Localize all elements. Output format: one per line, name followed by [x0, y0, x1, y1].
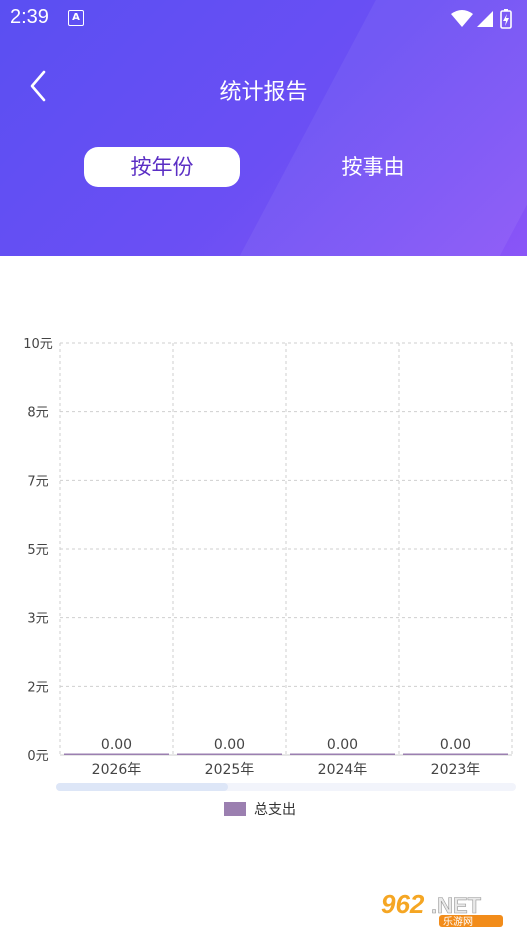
legend-label: 总支出 [254, 802, 296, 818]
x-tick-label: 2025年 [205, 762, 255, 778]
status-bar: 2:39 A [0, 0, 527, 38]
y-tick-label: 3元 [27, 612, 48, 627]
wifi-icon [451, 10, 473, 27]
y-tick-label: 0元 [27, 749, 48, 764]
bar [64, 753, 169, 755]
status-time: 2:39 [10, 6, 49, 28]
legend-swatch [224, 802, 246, 816]
y-tick-label: 2元 [27, 680, 48, 695]
y-tick-label: 7元 [27, 474, 48, 489]
x-tick-label: 2026年 [92, 762, 142, 778]
title-bar: 统计报告 [0, 62, 527, 116]
header-shine [232, 0, 527, 256]
y-tick-label: 10元 [23, 337, 53, 352]
chart-legend[interactable]: 总支出 [224, 799, 296, 819]
tab-by-reason[interactable]: 按事由 [295, 147, 451, 187]
svg-text:.NET: .NET [431, 893, 482, 918]
bar [177, 753, 282, 755]
bar-value-label: 0.00 [440, 737, 471, 753]
notification-a-icon: A [68, 10, 84, 26]
header: 2:39 A 统计报告 按年份 按事由 [0, 0, 527, 256]
signal-icon [477, 11, 493, 27]
battery-icon [500, 9, 512, 29]
chart-scrollbar-thumb[interactable] [56, 783, 228, 791]
y-tick-label: 5元 [27, 543, 48, 558]
bar [403, 753, 508, 755]
svg-text:962: 962 [381, 889, 425, 919]
x-tick-label: 2023年 [431, 762, 481, 778]
bar-value-label: 0.00 [327, 737, 358, 753]
watermark-logo: 962 .NET 乐游网 [379, 887, 519, 932]
chart-svg: 10元 8元 7元 5元 3元 2元 0元 0.00 2026年 0.00 2025年 0.00 202… [23, 337, 516, 791]
status-icons [449, 8, 517, 34]
bar-chart: 10元 8元 7元 5元 3元 2元 0元 0.00 2026年 0.00 2025年 0.00 202… [0, 256, 527, 856]
bar-value-label: 0.00 [214, 737, 245, 753]
bar-value-label: 0.00 [101, 737, 132, 753]
tab-by-year[interactable]: 按年份 [84, 147, 240, 187]
page-title: 统计报告 [219, 80, 308, 105]
svg-text:乐游网: 乐游网 [443, 915, 473, 927]
bar [290, 753, 395, 755]
y-tick-label: 8元 [27, 406, 48, 421]
x-tick-label: 2024年 [318, 762, 368, 778]
